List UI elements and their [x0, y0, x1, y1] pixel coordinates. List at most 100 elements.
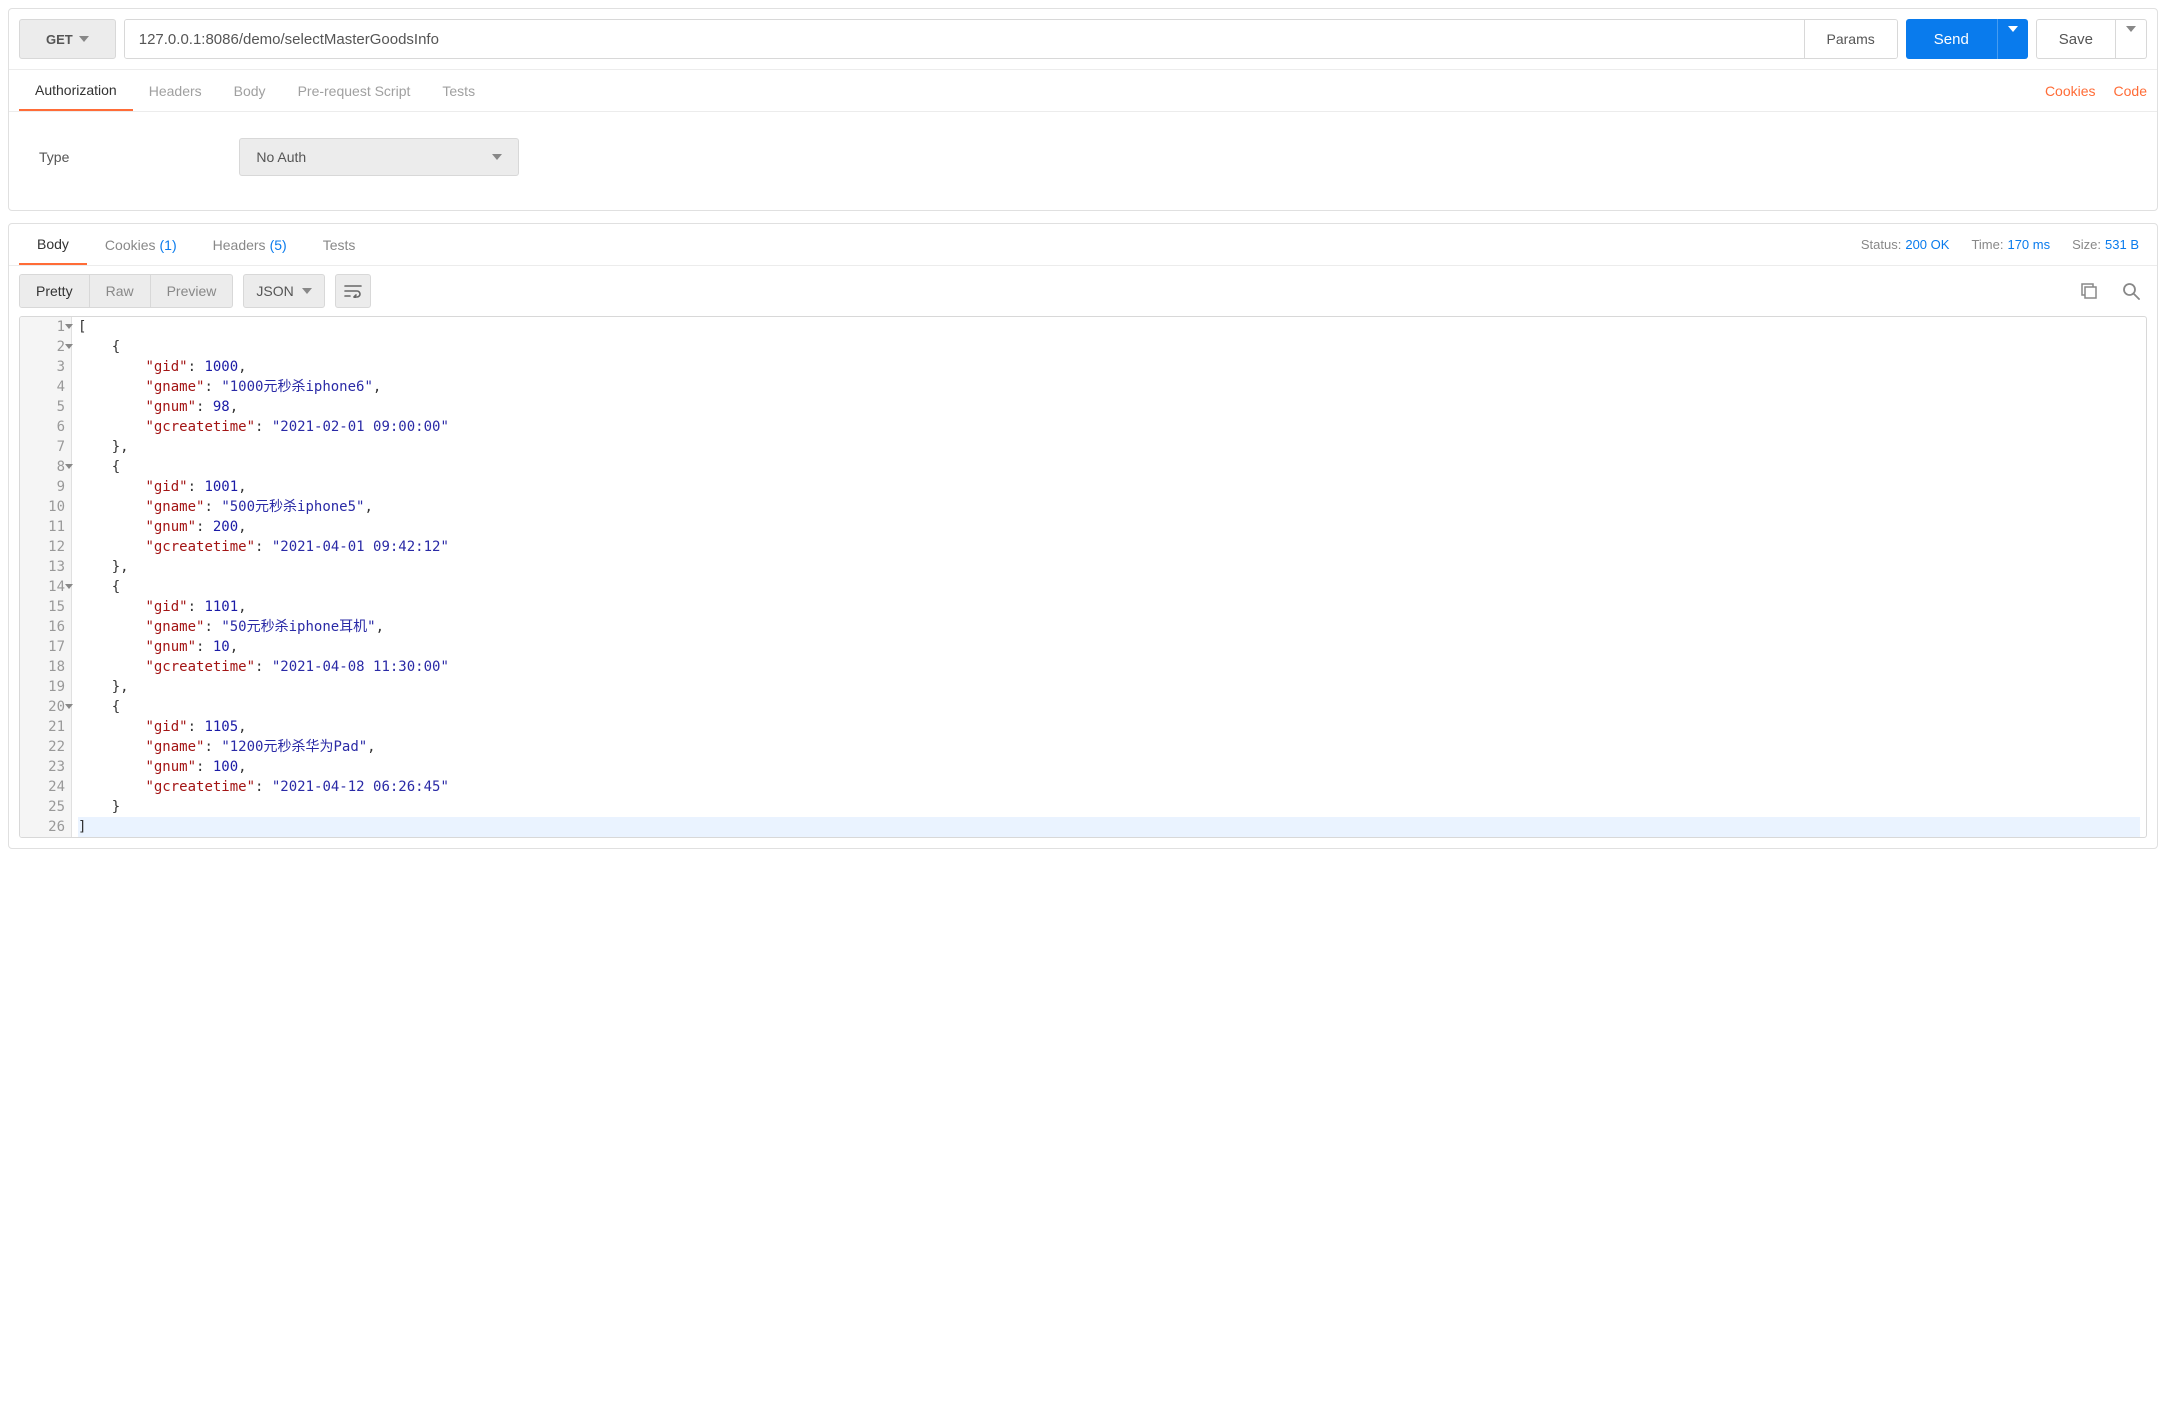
code-line: "gcreatetime": "2021-04-08 11:30:00"	[78, 657, 2140, 677]
code-link[interactable]: Code	[2114, 83, 2147, 99]
size-value: 531 B	[2105, 237, 2139, 252]
fold-arrow-icon[interactable]	[65, 464, 73, 469]
gutter-line: 11	[20, 517, 71, 537]
cookies-link[interactable]: Cookies	[2045, 83, 2096, 99]
wrap-icon	[344, 284, 362, 298]
search-button[interactable]	[2115, 275, 2147, 307]
code-line: "gname": "1200元秒杀华为Pad",	[78, 737, 2140, 757]
fold-arrow-icon[interactable]	[65, 324, 73, 329]
gutter-line: 8	[20, 457, 71, 477]
code-line: {	[78, 457, 2140, 477]
save-dropdown[interactable]	[2116, 19, 2147, 59]
size-label: Size:	[2072, 237, 2101, 252]
tab-pre-request[interactable]: Pre-request Script	[282, 70, 427, 111]
gutter-line: 13	[20, 557, 71, 577]
gutter-line: 14	[20, 577, 71, 597]
code-line: "gcreatetime": "2021-04-01 09:42:12"	[78, 537, 2140, 557]
gutter-line: 25	[20, 797, 71, 817]
url-input[interactable]	[125, 20, 1804, 58]
fold-arrow-icon[interactable]	[65, 704, 73, 709]
tab-headers[interactable]: Headers	[133, 70, 218, 111]
gutter-line: 17	[20, 637, 71, 657]
resp-tab-body[interactable]: Body	[19, 224, 87, 265]
gutter-line: 23	[20, 757, 71, 777]
status-block: Status: 200 OK	[1861, 237, 1950, 252]
request-panel: GET Params Send Save Authorization Heade…	[8, 8, 2158, 211]
gutter-line: 4	[20, 377, 71, 397]
code-line: {	[78, 577, 2140, 597]
code-line: [	[78, 317, 2140, 337]
format-select[interactable]: JSON	[243, 274, 324, 308]
resp-tab-tests[interactable]: Tests	[305, 224, 374, 265]
format-value: JSON	[256, 283, 293, 299]
response-body: 1234567891011121314151617181920212223242…	[19, 316, 2147, 838]
gutter-line: 18	[20, 657, 71, 677]
save-button[interactable]: Save	[2036, 19, 2116, 59]
gutter-line: 3	[20, 357, 71, 377]
status-label: Status:	[1861, 237, 1901, 252]
chevron-down-icon	[492, 154, 502, 160]
view-preview[interactable]: Preview	[150, 275, 233, 307]
time-label: Time:	[1971, 237, 2003, 252]
gutter-line: 22	[20, 737, 71, 757]
auth-type-select[interactable]: No Auth	[239, 138, 519, 176]
resp-tab-headers[interactable]: Headers (5)	[195, 224, 305, 265]
code-line: "gname": "1000元秒杀iphone6",	[78, 377, 2140, 397]
code-line: {	[78, 697, 2140, 717]
response-tabs: Body Cookies (1) Headers (5) Tests Statu…	[9, 224, 2157, 266]
fold-arrow-icon[interactable]	[65, 584, 73, 589]
gutter-line: 10	[20, 497, 71, 517]
request-tabs: Authorization Headers Body Pre-request S…	[9, 70, 2157, 112]
chevron-down-icon	[2126, 26, 2136, 47]
send-dropdown[interactable]	[1997, 19, 2028, 59]
gutter-line: 9	[20, 477, 71, 497]
code-line: {	[78, 337, 2140, 357]
auth-section: Type No Auth	[9, 112, 2157, 210]
auth-type-value: No Auth	[256, 149, 306, 165]
url-group: Params	[124, 19, 1898, 59]
code-line: "gnum": 200,	[78, 517, 2140, 537]
tab-body[interactable]: Body	[218, 70, 282, 111]
view-toolbar: Pretty Raw Preview JSON	[9, 266, 2157, 316]
status-value: 200 OK	[1905, 237, 1949, 252]
view-pretty[interactable]: Pretty	[20, 275, 89, 307]
tab-tests[interactable]: Tests	[426, 70, 491, 111]
cookies-count: (1)	[160, 237, 177, 253]
wrap-toggle[interactable]	[335, 274, 371, 308]
headers-count: (5)	[270, 237, 287, 253]
code-lines[interactable]: [ { "gid": 1000, "gname": "1000元秒杀iphone…	[72, 317, 2146, 837]
copy-icon	[2080, 282, 2098, 300]
chevron-down-icon	[2008, 26, 2018, 47]
tab-authorization[interactable]: Authorization	[19, 70, 133, 111]
code-line: "gnum": 100,	[78, 757, 2140, 777]
view-raw[interactable]: Raw	[89, 275, 150, 307]
code-line: },	[78, 677, 2140, 697]
save-group: Save	[2036, 19, 2147, 59]
resp-tab-cookies[interactable]: Cookies (1)	[87, 224, 195, 265]
chevron-down-icon	[302, 288, 312, 294]
code-line: },	[78, 437, 2140, 457]
code-line: }	[78, 797, 2140, 817]
copy-button[interactable]	[2073, 275, 2105, 307]
request-row: GET Params Send Save	[9, 9, 2157, 70]
send-button[interactable]: Send	[1906, 19, 1997, 59]
fold-arrow-icon[interactable]	[65, 344, 73, 349]
method-label: GET	[46, 32, 73, 47]
gutter-line: 2	[20, 337, 71, 357]
code-line: "gid": 1001,	[78, 477, 2140, 497]
chevron-down-icon	[79, 36, 89, 42]
method-dropdown[interactable]: GET	[19, 19, 116, 59]
params-button[interactable]: Params	[1804, 20, 1897, 58]
code-line: ]	[78, 817, 2140, 837]
gutter-line: 7	[20, 437, 71, 457]
code-line: "gname": "500元秒杀iphone5",	[78, 497, 2140, 517]
code-line: "gid": 1105,	[78, 717, 2140, 737]
code-line: "gid": 1101,	[78, 597, 2140, 617]
gutter-line: 6	[20, 417, 71, 437]
line-gutter: 1234567891011121314151617181920212223242…	[20, 317, 72, 837]
resp-tab-headers-label: Headers	[213, 237, 266, 253]
send-group: Send	[1906, 19, 2028, 59]
auth-type-label: Type	[39, 149, 69, 165]
view-mode-segment: Pretty Raw Preview	[19, 274, 233, 308]
gutter-line: 21	[20, 717, 71, 737]
